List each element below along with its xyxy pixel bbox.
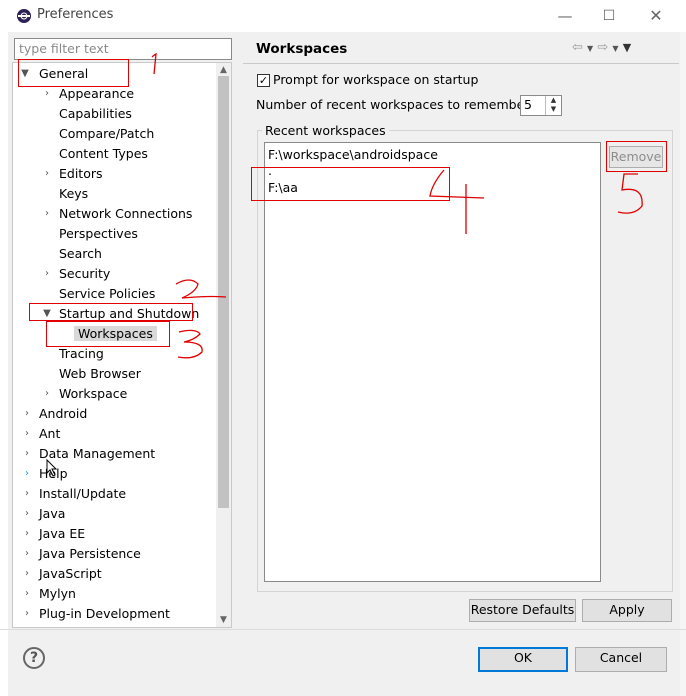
chevron-right-icon[interactable]: › <box>21 444 33 464</box>
header-separator <box>243 63 679 64</box>
mouse-cursor-icon <box>46 459 58 477</box>
chevron-right-icon[interactable]: › <box>41 204 53 224</box>
tree-item-label: Keys <box>59 186 89 201</box>
tree-item-label: Service Policies <box>59 286 156 301</box>
recent-count-label: Number of recent workspaces to remember: <box>256 97 534 112</box>
spin-down-icon[interactable]: ▼ <box>546 105 561 114</box>
handwritten-number-1 <box>151 52 157 75</box>
prompt-workspace-checkbox[interactable]: ✓ <box>257 74 270 87</box>
tree-item-label: Compare/Patch <box>59 126 155 141</box>
tree-item-label: JavaScript <box>39 566 102 581</box>
tree-item-label: Mylyn <box>39 586 76 601</box>
maximize-button[interactable]: ☐ <box>594 4 624 28</box>
eclipse-app-icon <box>17 9 31 23</box>
recent-workspaces-label: Recent workspaces <box>262 123 389 138</box>
background-window-edge-right <box>680 0 686 696</box>
chevron-right-icon[interactable]: › <box>21 424 33 444</box>
chevron-right-icon[interactable]: › <box>21 484 33 504</box>
tree-item-keys[interactable]: Keys <box>59 184 88 204</box>
ok-button[interactable]: OK <box>478 647 568 672</box>
back-arrow-icon[interactable]: ⇦ <box>572 40 583 55</box>
cancel-button[interactable]: Cancel <box>575 647 667 672</box>
annotation-box-general <box>18 59 129 87</box>
background-window-edge <box>0 0 8 696</box>
tree-item-label: Security <box>59 266 111 281</box>
list-item[interactable]: F:\workspace\androidspace <box>268 147 438 162</box>
recent-count-value[interactable]: 5 <box>524 97 532 112</box>
annotation-box-workspaces <box>46 321 170 347</box>
view-menu-icon[interactable]: ▼ <box>623 41 631 54</box>
tree-item-label: Java EE <box>39 526 86 541</box>
tree-item-compare-patch[interactable]: Compare/Patch <box>59 124 154 144</box>
spin-up-icon[interactable]: ▲ <box>546 96 561 105</box>
chevron-right-icon[interactable]: › <box>21 504 33 524</box>
tree-item-label: Android <box>39 406 88 421</box>
prompt-workspace-label: Prompt for workspace on startup <box>273 72 479 87</box>
chevron-right-icon[interactable]: › <box>21 404 33 424</box>
tree-item-label: Appearance <box>59 86 135 101</box>
tree-item-label: Tracing <box>59 346 104 361</box>
tree-item-capabilities[interactable]: Capabilities <box>59 104 132 124</box>
tree-item-label: Perspectives <box>59 226 138 241</box>
handwritten-number-5 <box>617 173 643 214</box>
tree-item-label: Network Connections <box>59 206 193 221</box>
tree-item-label: Install/Update <box>39 486 127 501</box>
back-menu-icon[interactable]: ▼ <box>587 44 593 53</box>
scroll-up-icon[interactable]: ▲ <box>216 64 231 76</box>
close-button[interactable]: ✕ <box>641 4 671 28</box>
tree-item-label: Capabilities <box>59 106 132 121</box>
help-icon[interactable]: ? <box>23 647 45 669</box>
minimize-button[interactable]: — <box>550 4 580 28</box>
filter-input[interactable]: type filter text <box>14 38 232 60</box>
forward-menu-icon[interactable]: ▼ <box>612 44 618 53</box>
apply-button[interactable]: Apply <box>582 599 672 622</box>
tree-item-label: Workspace <box>59 386 128 401</box>
annotation-box-recent-entries <box>251 167 450 201</box>
handwritten-number-2 <box>175 279 227 299</box>
spinner-buttons[interactable]: ▲ ▼ <box>545 96 561 115</box>
chevron-right-icon[interactable]: › <box>41 84 53 104</box>
tree-item-label: Search <box>59 246 102 261</box>
tree-item-label: Java Persistence <box>39 546 141 561</box>
chevron-right-icon[interactable]: › <box>21 564 33 584</box>
tree-item-tracing[interactable]: Tracing <box>59 344 104 364</box>
tree-item-label: Content Types <box>59 146 148 161</box>
tree-item-label: Web Browser <box>59 366 141 381</box>
tree-item-web-browser[interactable]: Web Browser <box>59 364 141 384</box>
tree-item-label: Plug-in Development <box>39 606 170 621</box>
tree-item-perspectives[interactable]: Perspectives <box>59 224 138 244</box>
history-nav: ⇦ ▼ ⇨ ▼ ▼ <box>572 40 631 55</box>
tree-item-service-policies[interactable]: Service Policies <box>59 284 155 304</box>
chevron-right-icon[interactable]: › <box>21 464 33 484</box>
chevron-right-icon[interactable]: › <box>41 264 53 284</box>
chevron-right-icon[interactable]: › <box>41 384 53 404</box>
chevron-right-icon[interactable]: › <box>21 544 33 564</box>
handwritten-number-3 <box>177 329 203 359</box>
annotation-box-startup <box>29 303 193 321</box>
tree-item-label: Editors <box>59 166 103 181</box>
restore-defaults-button[interactable]: Restore Defaults <box>469 599 576 622</box>
tree-item-search[interactable]: Search <box>59 244 102 264</box>
window-title: Preferences <box>37 7 114 22</box>
annotation-box-remove <box>606 141 667 172</box>
chevron-right-icon[interactable]: › <box>21 524 33 544</box>
handwritten-number-4 <box>429 169 485 234</box>
tree-item-label: Java <box>39 506 66 521</box>
chevron-right-icon[interactable]: › <box>21 584 33 604</box>
forward-arrow-icon[interactable]: ⇨ <box>597 40 608 55</box>
scroll-down-icon[interactable]: ▼ <box>216 614 231 626</box>
footer-separator <box>0 629 686 630</box>
page-title: Workspaces <box>256 41 348 57</box>
tree-item-content-types[interactable]: Content Types <box>59 144 148 164</box>
tree-item-label: Ant <box>39 426 61 441</box>
chevron-right-icon[interactable]: › <box>41 164 53 184</box>
chevron-right-icon[interactable]: › <box>21 604 33 624</box>
